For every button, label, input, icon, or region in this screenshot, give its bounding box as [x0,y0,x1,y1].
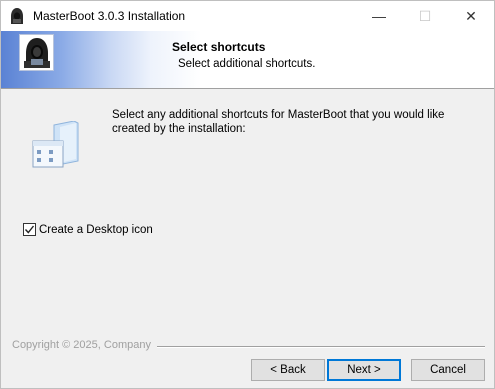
page-subtitle: Select additional shortcuts. [178,58,316,70]
window-title: MasterBoot 3.0.3 Installation [33,9,186,23]
checkmark-icon [24,225,35,234]
close-button[interactable]: ✕ [448,1,494,31]
desktop-icon-label[interactable]: Create a Desktop icon [39,224,153,236]
hooded-hacker-icon [11,8,23,24]
desktop-icon-checkbox[interactable] [23,223,36,236]
description-text: Select any additional shortcuts for Mast… [112,109,445,135]
shortcut-folder-icon [32,121,79,168]
minimize-icon: — [372,8,386,24]
close-icon: ✕ [465,7,477,24]
maximize-button[interactable]: ☐ [402,1,448,31]
cancel-button[interactable]: Cancel [411,359,485,381]
hooded-hacker-logo [19,34,54,71]
title-bar[interactable]: MasterBoot 3.0.3 Installation — ☐ ✕ [1,1,494,31]
page-title: Select shortcuts [172,40,266,54]
desktop-icon-option[interactable]: Create a Desktop icon [23,223,153,236]
copyright-text: Copyright © 2025, Company [12,339,151,351]
back-button[interactable]: < Back [251,359,325,381]
next-button[interactable]: Next > [327,359,401,381]
hacker-logo-icon [23,37,50,68]
minimize-button[interactable]: — [356,1,402,31]
header-banner: Select shortcuts Select additional short… [1,31,494,89]
footer-divider [157,346,485,348]
installer-window: MasterBoot 3.0.3 Installation — ☐ ✕ Sele… [0,0,495,389]
maximize-icon: ☐ [418,7,432,24]
